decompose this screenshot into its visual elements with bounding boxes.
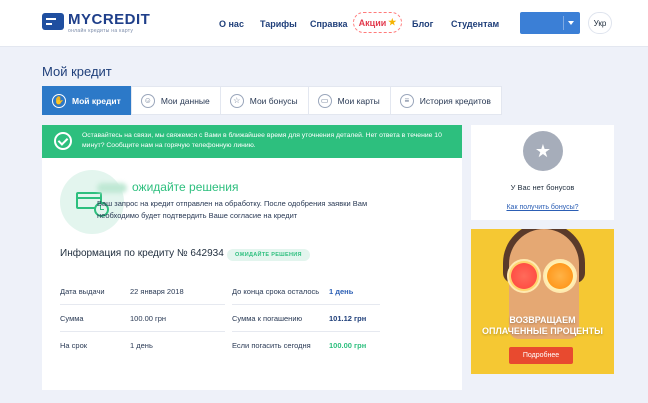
nav-promo-label: Акции bbox=[358, 17, 387, 28]
nav-promo[interactable]: Акции ★ bbox=[353, 12, 402, 33]
repayment-label: Сумма к погашению bbox=[232, 305, 329, 332]
table-row: Дата выдачи 22 января 2018 До конца срок… bbox=[60, 278, 380, 305]
divider bbox=[563, 16, 564, 30]
user-menu-button[interactable] bbox=[520, 12, 580, 34]
promo-details-button[interactable]: Подробнее bbox=[509, 347, 573, 364]
issue-date-value: 22 января 2018 bbox=[130, 278, 225, 305]
credit-info-table: Дата выдачи 22 января 2018 До конца срок… bbox=[60, 278, 380, 359]
tab-my-credit[interactable]: ✋ Мой кредит bbox=[42, 86, 131, 115]
tab-credit-history[interactable]: ≡ История кредитов bbox=[389, 86, 502, 115]
term-value: 1 день bbox=[130, 341, 153, 350]
nav-tariffs[interactable]: Тарифы bbox=[260, 16, 297, 32]
tab-label: Мои карты bbox=[337, 95, 380, 106]
account-tabs: ✋ Мой кредит ☺ Мои данные ☆ Мои бонусы ▭… bbox=[42, 86, 502, 115]
status-badge: ОЖИДАЙТЕ РЕШЕНИЯ bbox=[227, 249, 310, 261]
logo-name: MYCREDIT bbox=[68, 11, 151, 28]
promo-banner[interactable]: ВОЗВРАЩАЕМ ОПЛАЧЕННЫЕ ПРОЦЕНТЫ Подробнее bbox=[471, 229, 614, 374]
card-icon: ▭ bbox=[317, 93, 332, 108]
issue-date-label: Дата выдачи bbox=[60, 278, 130, 305]
no-bonus-text: У Вас нет бонусов bbox=[510, 183, 575, 192]
table-row: На срок 1 день Если погасить сегодня 100… bbox=[60, 332, 380, 359]
check-icon bbox=[54, 132, 72, 150]
chevron-down-icon bbox=[568, 21, 574, 25]
star-icon: ★ bbox=[388, 17, 397, 27]
status-text: ожидайте решения bbox=[132, 180, 239, 194]
tab-my-bonuses[interactable]: ☆ Мои бонусы bbox=[219, 86, 308, 115]
promo-line-2: ОПЛАЧЕННЫЕ ПРОЦЕНТЫ bbox=[482, 326, 603, 336]
notice-text: Оставайтесь на связи, мы свяжемся с Вами… bbox=[82, 132, 442, 149]
how-to-get-bonus-link[interactable]: Как получить бонусы? bbox=[471, 204, 614, 211]
nav-students[interactable]: Студентам bbox=[451, 16, 499, 32]
user-name-blurred bbox=[97, 182, 127, 193]
pay-today-label: Если погасить сегодня bbox=[232, 341, 311, 350]
list-icon: ≡ bbox=[399, 93, 414, 108]
header: MYCREDIT онлайн кредиты на карту О нас Т… bbox=[0, 0, 648, 47]
nav-blog[interactable]: Блог bbox=[412, 16, 433, 32]
term-label: На срок bbox=[60, 341, 88, 350]
remaining-term-label: До конца срока осталось bbox=[232, 278, 329, 305]
promo-text: ВОЗВРАЩАЕМ ОПЛАЧЕННЫЕ ПРОЦЕНТЫ bbox=[471, 315, 614, 337]
notice-banner: Оставайтесь на связи, мы свяжемся с Вами… bbox=[42, 125, 462, 158]
status-heading: ожидайте решения bbox=[97, 180, 239, 194]
logo-icon bbox=[42, 13, 64, 30]
remaining-term-value: 1 день bbox=[329, 278, 380, 305]
table-row: Сумма 100.00 грн Сумма к погашению 101.1… bbox=[60, 305, 380, 332]
star-icon: ☆ bbox=[229, 93, 244, 108]
bonus-card: ★ У Вас нет бонусов Как получить бонусы? bbox=[471, 125, 614, 220]
logo[interactable]: MYCREDIT онлайн кредиты на карту bbox=[42, 12, 150, 34]
star-icon: ★ bbox=[523, 131, 563, 171]
grapefruit-image bbox=[507, 259, 541, 293]
tab-label: Мой кредит bbox=[72, 95, 121, 106]
amount-label: Сумма bbox=[60, 305, 130, 332]
repayment-value: 101.12 грн bbox=[329, 305, 380, 332]
tab-label: История кредитов bbox=[419, 95, 491, 106]
tab-label: Мои данные bbox=[160, 95, 210, 106]
credit-info-title: Информация по кредиту № 642934 bbox=[60, 248, 224, 259]
tab-my-cards[interactable]: ▭ Мои карты bbox=[307, 86, 390, 115]
user-icon: ☺ bbox=[140, 93, 155, 108]
pay-today-value: 100.00 грн bbox=[329, 341, 367, 350]
hand-icon: ✋ bbox=[52, 93, 66, 108]
promo-line-1: ВОЗВРАЩАЕМ bbox=[509, 315, 576, 325]
page-title: Мой кредит bbox=[42, 64, 112, 79]
nav-help[interactable]: Справка bbox=[310, 16, 347, 32]
orange-image bbox=[543, 259, 577, 293]
status-description: Ваш запрос на кредит отправлен на обрабо… bbox=[97, 199, 368, 220]
amount-value: 100.00 грн bbox=[130, 305, 225, 332]
logo-tagline: онлайн кредиты на карту bbox=[68, 28, 134, 34]
nav-about[interactable]: О нас bbox=[219, 16, 244, 32]
language-switch[interactable]: Укр bbox=[588, 12, 612, 34]
tab-label: Мои бонусы bbox=[249, 95, 298, 106]
tab-my-data[interactable]: ☺ Мои данные bbox=[130, 86, 220, 115]
